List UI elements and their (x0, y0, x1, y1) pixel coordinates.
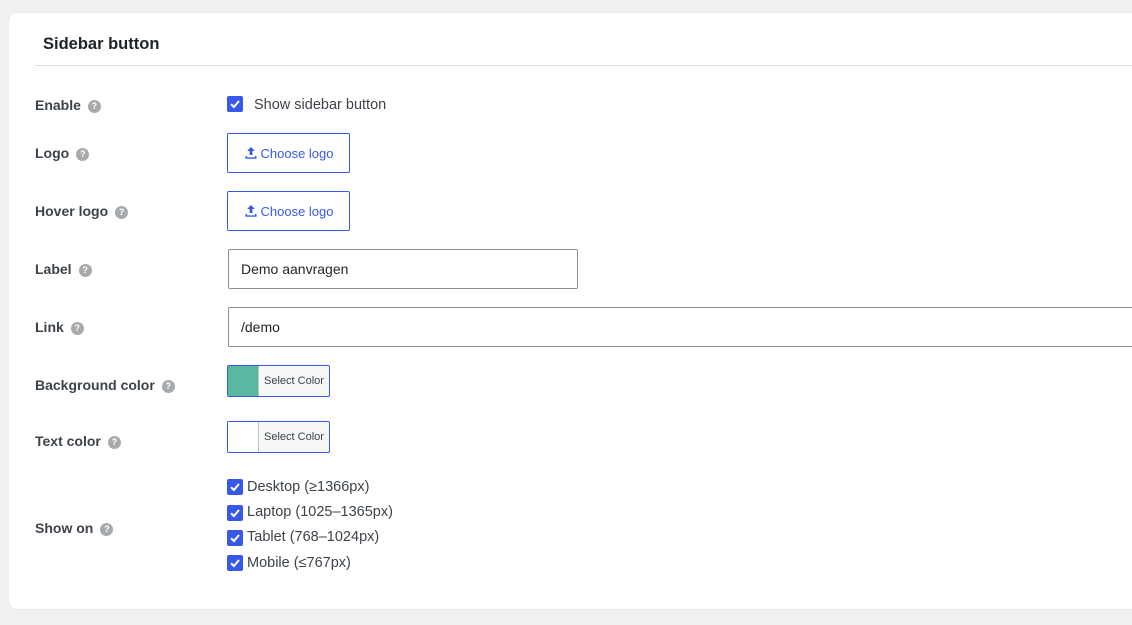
desktop-option-label[interactable]: Desktop (≥1366px) (247, 479, 369, 495)
choose-logo-label: Choose logo (260, 145, 334, 161)
mobile-checkbox[interactable] (227, 555, 243, 571)
text-color-picker-button[interactable]: Select Color (227, 421, 330, 453)
help-icon[interactable]: ? (70, 321, 84, 335)
hover-logo-row-label: Hover logo ? (35, 203, 129, 219)
help-icon[interactable]: ? (87, 99, 101, 113)
show-sidebar-button-checkbox[interactable] (227, 96, 243, 112)
link-row-label: Link ? (35, 319, 84, 335)
link-input[interactable] (228, 307, 1132, 347)
choose-logo-button[interactable]: Choose logo (227, 133, 350, 173)
checkmark-icon (230, 559, 240, 568)
desktop-checkbox[interactable] (227, 479, 243, 495)
label-row-label: Label ? (35, 261, 92, 277)
logo-label: Logo (35, 145, 70, 161)
background-color-row-label: Background color ? (35, 377, 175, 393)
tablet-option-label[interactable]: Tablet (768–1024px) (247, 529, 379, 545)
section-divider (35, 65, 1132, 66)
mobile-option-label[interactable]: Mobile (≤767px) (247, 555, 351, 571)
background-color-picker-button[interactable]: Select Color (227, 365, 330, 397)
checkmark-icon (230, 483, 240, 492)
show-sidebar-button-label[interactable]: Show sidebar button (254, 97, 386, 113)
checkmark-icon (230, 509, 240, 518)
help-icon[interactable]: ? (100, 522, 114, 536)
laptop-option-label[interactable]: Laptop (1025–1365px) (247, 504, 393, 520)
checkmark-icon (230, 100, 240, 109)
enable-label: Enable (35, 97, 81, 113)
show-on-label: Show on (35, 520, 94, 536)
label-input[interactable] (228, 249, 578, 289)
hover-logo-label: Hover logo (35, 203, 109, 219)
upload-icon (245, 147, 256, 159)
text-color-label: Text color (35, 433, 101, 449)
section-title: Sidebar button (43, 35, 160, 53)
help-icon[interactable]: ? (115, 205, 129, 219)
logo-row-label: Logo ? (35, 145, 90, 161)
select-color-label: Select Color (264, 375, 324, 387)
checkmark-icon (230, 534, 240, 543)
label-label: Label (35, 261, 72, 277)
show-on-row-label: Show on ? (35, 520, 114, 536)
tablet-checkbox[interactable] (227, 530, 243, 546)
background-color-label: Background color (35, 377, 155, 393)
choose-hover-logo-button[interactable]: Choose logo (227, 191, 350, 231)
upload-icon (245, 205, 256, 217)
help-icon[interactable]: ? (107, 435, 121, 449)
help-icon[interactable]: ? (78, 263, 92, 277)
text-color-swatch (228, 422, 259, 452)
text-color-row-label: Text color ? (35, 433, 121, 449)
help-icon[interactable]: ? (161, 379, 175, 393)
choose-hover-logo-label: Choose logo (260, 203, 334, 219)
laptop-checkbox[interactable] (227, 505, 243, 521)
enable-row-label: Enable ? (35, 97, 101, 113)
select-color-label: Select Color (264, 431, 324, 443)
help-icon[interactable]: ? (76, 147, 90, 161)
link-label: Link (35, 319, 64, 335)
background-color-swatch (228, 366, 259, 396)
